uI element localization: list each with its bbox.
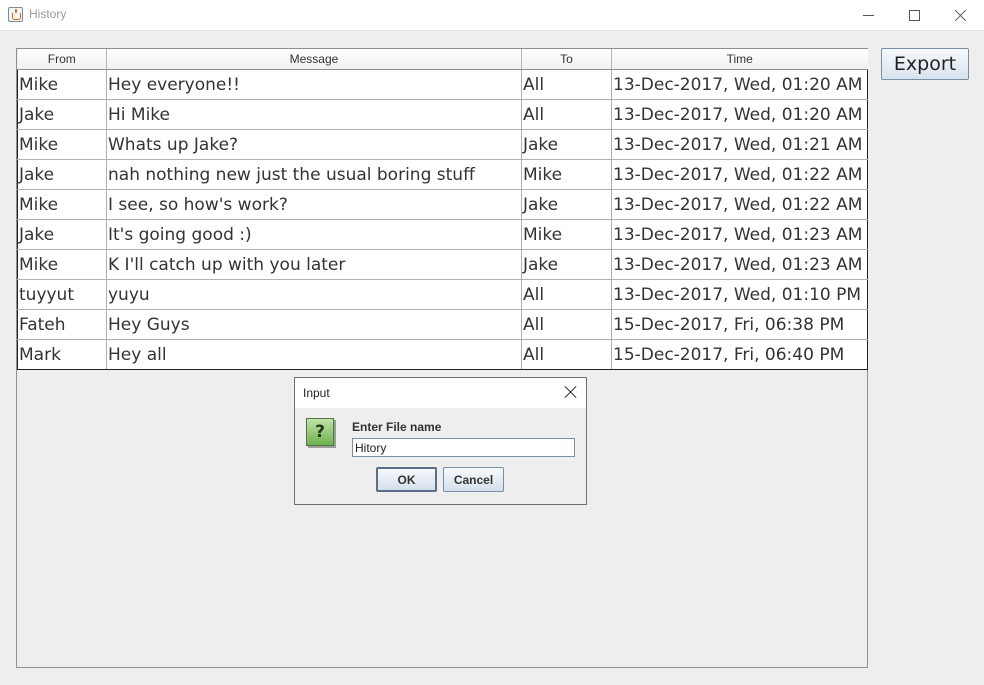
minimize-icon: [862, 15, 874, 16]
table-row[interactable]: Mike K I'll catch up with you later Jake 13…: [17, 249, 868, 280]
cell-message[interactable]: Hey everyone!!: [106, 69, 522, 100]
window-title: History: [29, 7, 67, 21]
cell-from[interactable]: Jake: [17, 99, 107, 130]
java-cup-icon: [8, 7, 23, 22]
cell-from[interactable]: Jake: [17, 159, 107, 190]
cell-time[interactable]: 13-Dec-2017, Wed, 01:22 AM: [611, 159, 868, 190]
cell-from[interactable]: Mark: [17, 339, 107, 370]
question-icon: ?: [306, 418, 334, 446]
dialog-titlebar: Input: [295, 378, 586, 408]
cell-to[interactable]: All: [521, 99, 612, 130]
cell-from[interactable]: Fateh: [17, 309, 107, 340]
cell-message[interactable]: It's going good :): [106, 219, 522, 250]
cell-to[interactable]: All: [521, 279, 612, 310]
cell-message[interactable]: K I'll catch up with you later: [106, 249, 522, 280]
table-row[interactable]: Jake nah nothing new just the usual borin…: [17, 159, 868, 190]
cell-to[interactable]: Jake: [521, 249, 612, 280]
ok-button[interactable]: OK: [376, 467, 437, 492]
cell-to[interactable]: All: [521, 309, 612, 340]
maximize-icon: [908, 10, 920, 21]
file-name-prompt: Enter File name: [352, 420, 442, 434]
cell-from[interactable]: Mike: [17, 249, 107, 280]
cell-time[interactable]: 13-Dec-2017, Wed, 01:10 PM: [611, 279, 868, 310]
cell-message[interactable]: Hi Mike: [106, 99, 522, 130]
cell-time[interactable]: 13-Dec-2017, Wed, 01:23 AM: [611, 219, 868, 250]
column-header-message[interactable]: Message: [106, 49, 522, 70]
cell-time[interactable]: 13-Dec-2017, Wed, 01:22 AM: [611, 189, 868, 220]
cell-to[interactable]: All: [521, 339, 612, 370]
table-row[interactable]: Mike I see, so how's work? Jake 13-Dec-2017…: [17, 189, 868, 220]
input-dialog: Input ? Enter File name OK Cancel: [294, 377, 587, 505]
cell-from[interactable]: tuyyut: [17, 279, 107, 310]
cell-message[interactable]: Hey all: [106, 339, 522, 370]
cell-from[interactable]: Jake: [17, 219, 107, 250]
maximize-button[interactable]: [891, 0, 937, 31]
cell-message[interactable]: I see, so how's work?: [106, 189, 522, 220]
history-table-panel: From Message To Time Mike Hey everyone!! A…: [16, 48, 868, 668]
cell-from[interactable]: Mike: [17, 189, 107, 220]
dialog-title: Input: [303, 386, 330, 400]
table-header-row: From Message To Time: [17, 49, 868, 70]
column-header-time[interactable]: Time: [611, 49, 868, 70]
table-row[interactable]: Jake Hi Mike All 13-Dec-2017, Wed, 01:20 AM: [17, 99, 868, 130]
table-row[interactable]: Fateh Hey Guys All 15-Dec-2017, Fri, 06:38 …: [17, 309, 868, 340]
cell-time[interactable]: 13-Dec-2017, Wed, 01:20 AM: [611, 69, 868, 100]
cell-message[interactable]: yuyu: [106, 279, 522, 310]
close-window-button[interactable]: [937, 0, 983, 31]
table-row[interactable]: Mike Hey everyone!! All 13-Dec-2017, Wed, 0…: [17, 69, 868, 100]
cell-to[interactable]: Jake: [521, 129, 612, 160]
history-table: From Message To Time Mike Hey everyone!! A…: [17, 49, 868, 370]
cell-time[interactable]: 13-Dec-2017, Wed, 01:21 AM: [611, 129, 868, 160]
table-row[interactable]: tuyyut yuyu All 13-Dec-2017, Wed, 01:10 PM: [17, 279, 868, 310]
cell-time[interactable]: 13-Dec-2017, Wed, 01:23 AM: [611, 249, 868, 280]
cell-message[interactable]: Whats up Jake?: [106, 129, 522, 160]
cancel-button[interactable]: Cancel: [443, 467, 504, 492]
cell-time[interactable]: 15-Dec-2017, Fri, 06:38 PM: [611, 309, 868, 340]
cell-message[interactable]: nah nothing new just the usual boring st…: [106, 159, 522, 190]
table-row[interactable]: Mike Whats up Jake? Jake 13-Dec-2017, Wed, …: [17, 129, 868, 160]
minimize-button[interactable]: [845, 0, 891, 31]
cell-to[interactable]: Mike: [521, 159, 612, 190]
cell-time[interactable]: 13-Dec-2017, Wed, 01:20 AM: [611, 99, 868, 130]
window-titlebar: History: [0, 0, 984, 31]
table-row[interactable]: Jake It's going good :) Mike 13-Dec-2017, W…: [17, 219, 868, 250]
cell-message[interactable]: Hey Guys: [106, 309, 522, 340]
dialog-close-icon[interactable]: [564, 385, 578, 399]
cell-to[interactable]: All: [521, 69, 612, 100]
table-row[interactable]: Mark Hey all All 15-Dec-2017, Fri, 06:40 PM: [17, 339, 868, 370]
file-name-input[interactable]: [352, 438, 575, 457]
export-button[interactable]: Export: [881, 48, 969, 80]
cell-time[interactable]: 15-Dec-2017, Fri, 06:40 PM: [611, 339, 868, 370]
cell-to[interactable]: Jake: [521, 189, 612, 220]
cell-from[interactable]: Mike: [17, 129, 107, 160]
close-icon: [954, 9, 967, 22]
cell-from[interactable]: Mike: [17, 69, 107, 100]
cell-to[interactable]: Mike: [521, 219, 612, 250]
column-header-from[interactable]: From: [17, 49, 107, 70]
column-header-to[interactable]: To: [521, 49, 612, 70]
